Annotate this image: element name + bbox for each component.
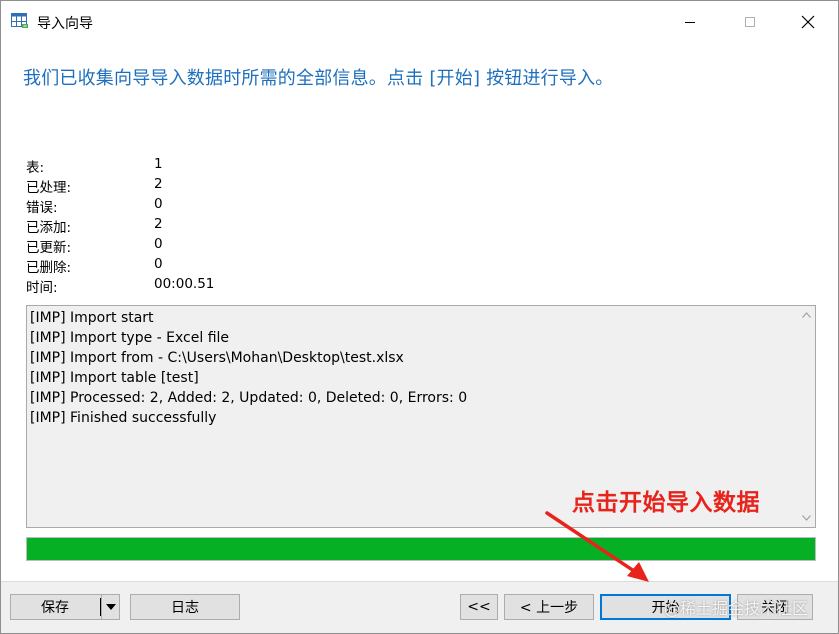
log-lines: [IMP] Import start [IMP] Import type - E… bbox=[30, 308, 467, 428]
scroll-up-button[interactable] bbox=[799, 308, 813, 322]
stat-label: 已删除: bbox=[26, 260, 72, 276]
close-window-button[interactable] bbox=[793, 9, 823, 35]
import-wizard-window: 导入向导 我们已收集向导导入数据时所需的全部信息。点击 [开始] 按钮进行导入。… bbox=[0, 0, 839, 634]
previous-step-button[interactable]: < 上一步 bbox=[504, 594, 594, 620]
caret-down-icon bbox=[105, 604, 116, 610]
progress-bar bbox=[26, 537, 816, 561]
log-scrollbar[interactable] bbox=[798, 306, 815, 527]
save-button-label: 保存 bbox=[41, 600, 69, 616]
log-line: [IMP] Import table [test] bbox=[30, 370, 199, 386]
log-button-label: 日志 bbox=[171, 600, 199, 616]
stat-label: 已处理: bbox=[26, 180, 72, 196]
first-step-label: << bbox=[467, 599, 491, 615]
window-title: 导入向导 bbox=[37, 16, 93, 32]
watermark-text: @稀土掘金技术社区 bbox=[664, 599, 809, 618]
save-button[interactable]: 保存 bbox=[10, 594, 110, 620]
table-import-icon bbox=[11, 13, 28, 28]
log-line: [IMP] Import from - C:\Users\Mohan\Deskt… bbox=[30, 350, 404, 366]
previous-step-label: < 上一步 bbox=[519, 600, 579, 616]
stat-label: 已添加: bbox=[26, 220, 72, 236]
maximize-icon bbox=[745, 17, 755, 27]
stat-value: 0 bbox=[154, 256, 163, 272]
scroll-down-button[interactable] bbox=[799, 511, 813, 525]
stat-value: 2 bbox=[154, 216, 163, 232]
log-line: [IMP] Import type - Excel file bbox=[30, 330, 230, 346]
log-line: [IMP] Import start bbox=[30, 310, 154, 326]
chevron-up-icon bbox=[801, 312, 811, 318]
log-line: [IMP] Processed: 2, Added: 2, Updated: 0… bbox=[30, 390, 468, 406]
log-line: [IMP] Finished successfully bbox=[30, 410, 217, 426]
annotation-arrow-icon bbox=[545, 511, 649, 582]
progress-fill bbox=[27, 538, 815, 560]
watermark: @稀土掘金技术社区 bbox=[664, 595, 808, 619]
minimize-icon bbox=[685, 22, 695, 23]
stat-label: 时间: bbox=[26, 280, 58, 296]
first-step-button[interactable]: << bbox=[460, 594, 498, 620]
stat-value: 1 bbox=[154, 156, 163, 172]
stat-value: 2 bbox=[154, 176, 163, 192]
stat-label: 已更新: bbox=[26, 240, 72, 256]
minimize-button[interactable] bbox=[675, 9, 705, 35]
title-bar: 导入向导 bbox=[1, 1, 838, 45]
chevron-down-icon bbox=[801, 515, 811, 521]
stat-value: 0 bbox=[154, 196, 163, 212]
save-dropdown-button[interactable] bbox=[101, 594, 120, 620]
stat-value: 00:00.51 bbox=[154, 276, 215, 292]
page-heading: 我们已收集向导导入数据时所需的全部信息。点击 [开始] 按钮进行导入。 bbox=[23, 68, 614, 89]
log-button[interactable]: 日志 bbox=[130, 594, 240, 620]
maximize-button[interactable] bbox=[735, 9, 765, 35]
close-icon bbox=[801, 15, 815, 29]
stat-value: 0 bbox=[154, 236, 163, 252]
stat-label: 表: bbox=[26, 160, 45, 176]
stat-label: 错误: bbox=[26, 200, 58, 216]
